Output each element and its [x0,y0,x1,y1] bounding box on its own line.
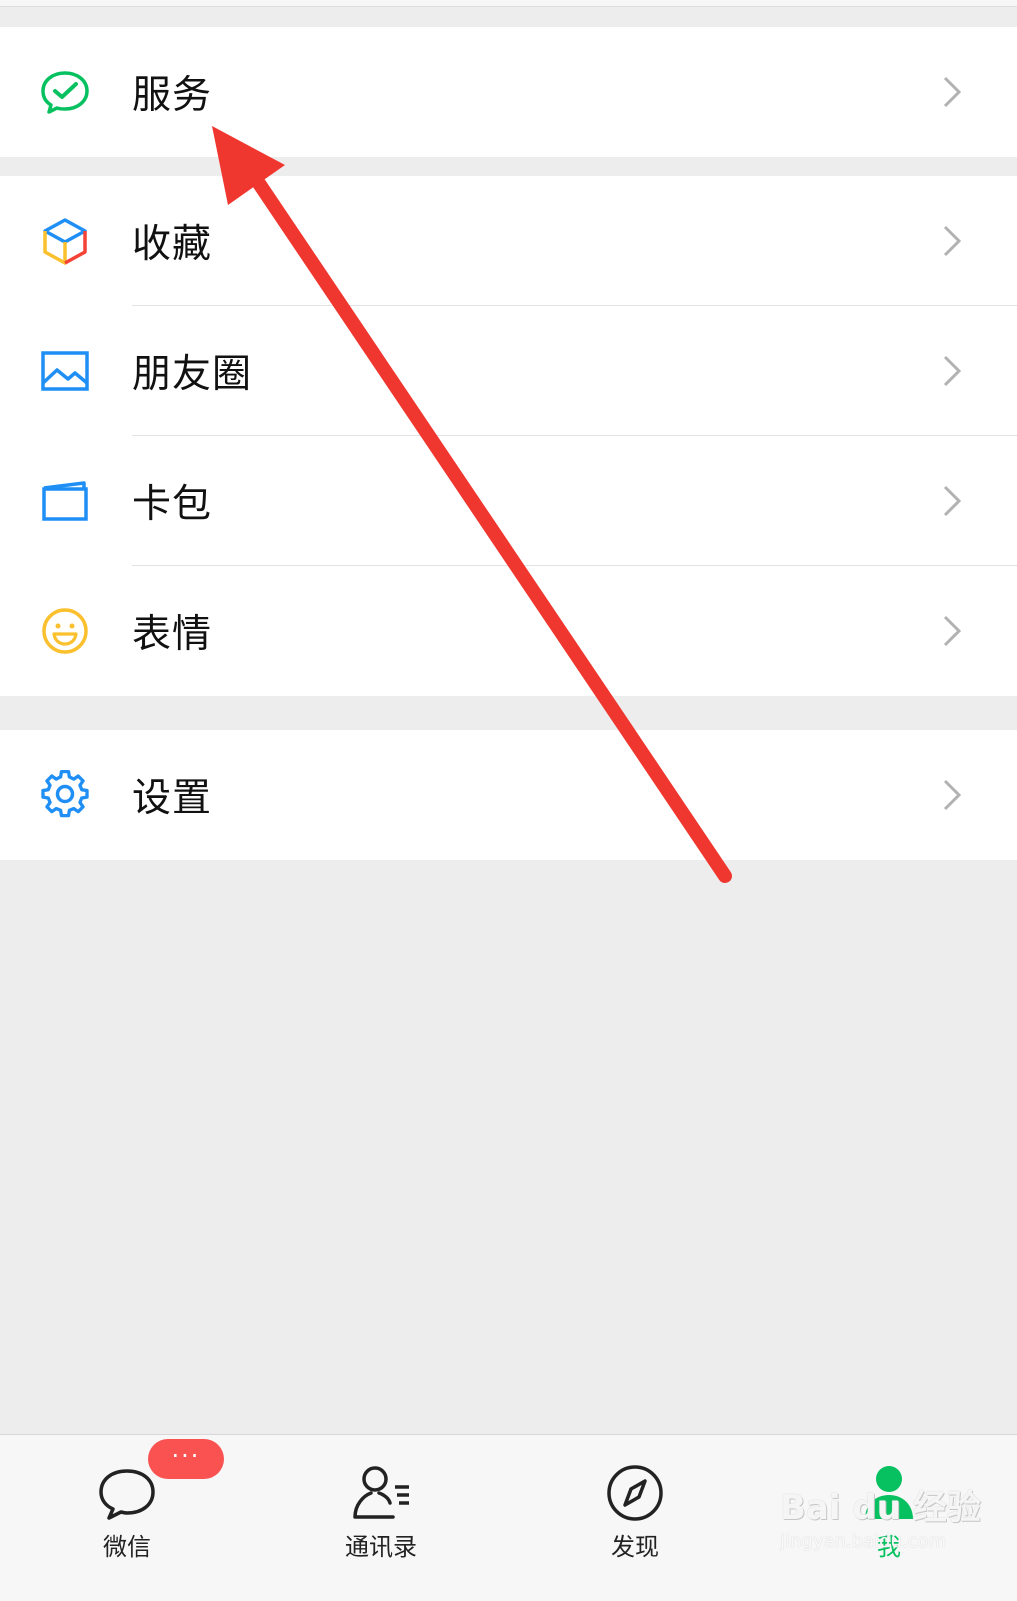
chevron-right-icon [941,353,965,389]
tab-label: 通讯录 [345,1533,417,1561]
unread-badge: ··· [148,1439,224,1479]
menu-item-label: 卡包 [132,482,213,527]
chevron-right-icon [941,223,965,259]
menu-item-services[interactable]: 服务 [0,27,1017,157]
chat-bubble-icon [95,1461,159,1525]
tab-me[interactable]: 我 [762,1435,1016,1601]
contacts-icon [349,1461,413,1525]
chevron-right-icon [941,613,965,649]
menu-item-settings[interactable]: 设置 [0,730,1017,860]
menu-item-label: 收藏 [132,222,213,267]
menu-item-moments[interactable]: 朋友圈 [0,306,1017,436]
wechat-pay-check-icon [40,67,90,117]
picture-icon [40,346,90,396]
compass-icon [603,1461,667,1525]
menu-item-label: 服务 [132,73,213,118]
services-group: 服务 [0,27,1017,157]
menu-item-cards[interactable]: 卡包 [0,436,1017,566]
gear-icon [40,770,90,820]
tab-label: 发现 [611,1533,659,1561]
menu-item-label: 表情 [132,612,213,657]
cube-icon [40,216,90,266]
menu-item-label: 朋友圈 [132,352,253,397]
person-icon [857,1461,921,1525]
menu-item-label: 设置 [132,776,213,821]
menu-item-stickers[interactable]: 表情 [0,566,1017,696]
tab-chats[interactable]: ··· 微信 [0,1435,254,1601]
chevron-right-icon [941,483,965,519]
bottom-tab-bar: ··· 微信 通讯录 发现 我 [0,1434,1017,1601]
settings-group: 设置 [0,730,1017,860]
chevron-right-icon [941,74,965,110]
menu-item-favorites[interactable]: 收藏 [0,176,1017,306]
card-wallet-icon [40,476,90,526]
smiley-icon [40,606,90,656]
collections-group: 收藏 朋友圈 卡包 表情 [0,176,1017,696]
tab-label: 微信 [103,1533,151,1561]
chevron-right-icon [941,777,965,813]
top-strip [0,0,1017,7]
tab-label: 我 [877,1533,901,1561]
tab-contacts[interactable]: 通讯录 [254,1435,508,1601]
tab-discover[interactable]: 发现 [508,1435,762,1601]
